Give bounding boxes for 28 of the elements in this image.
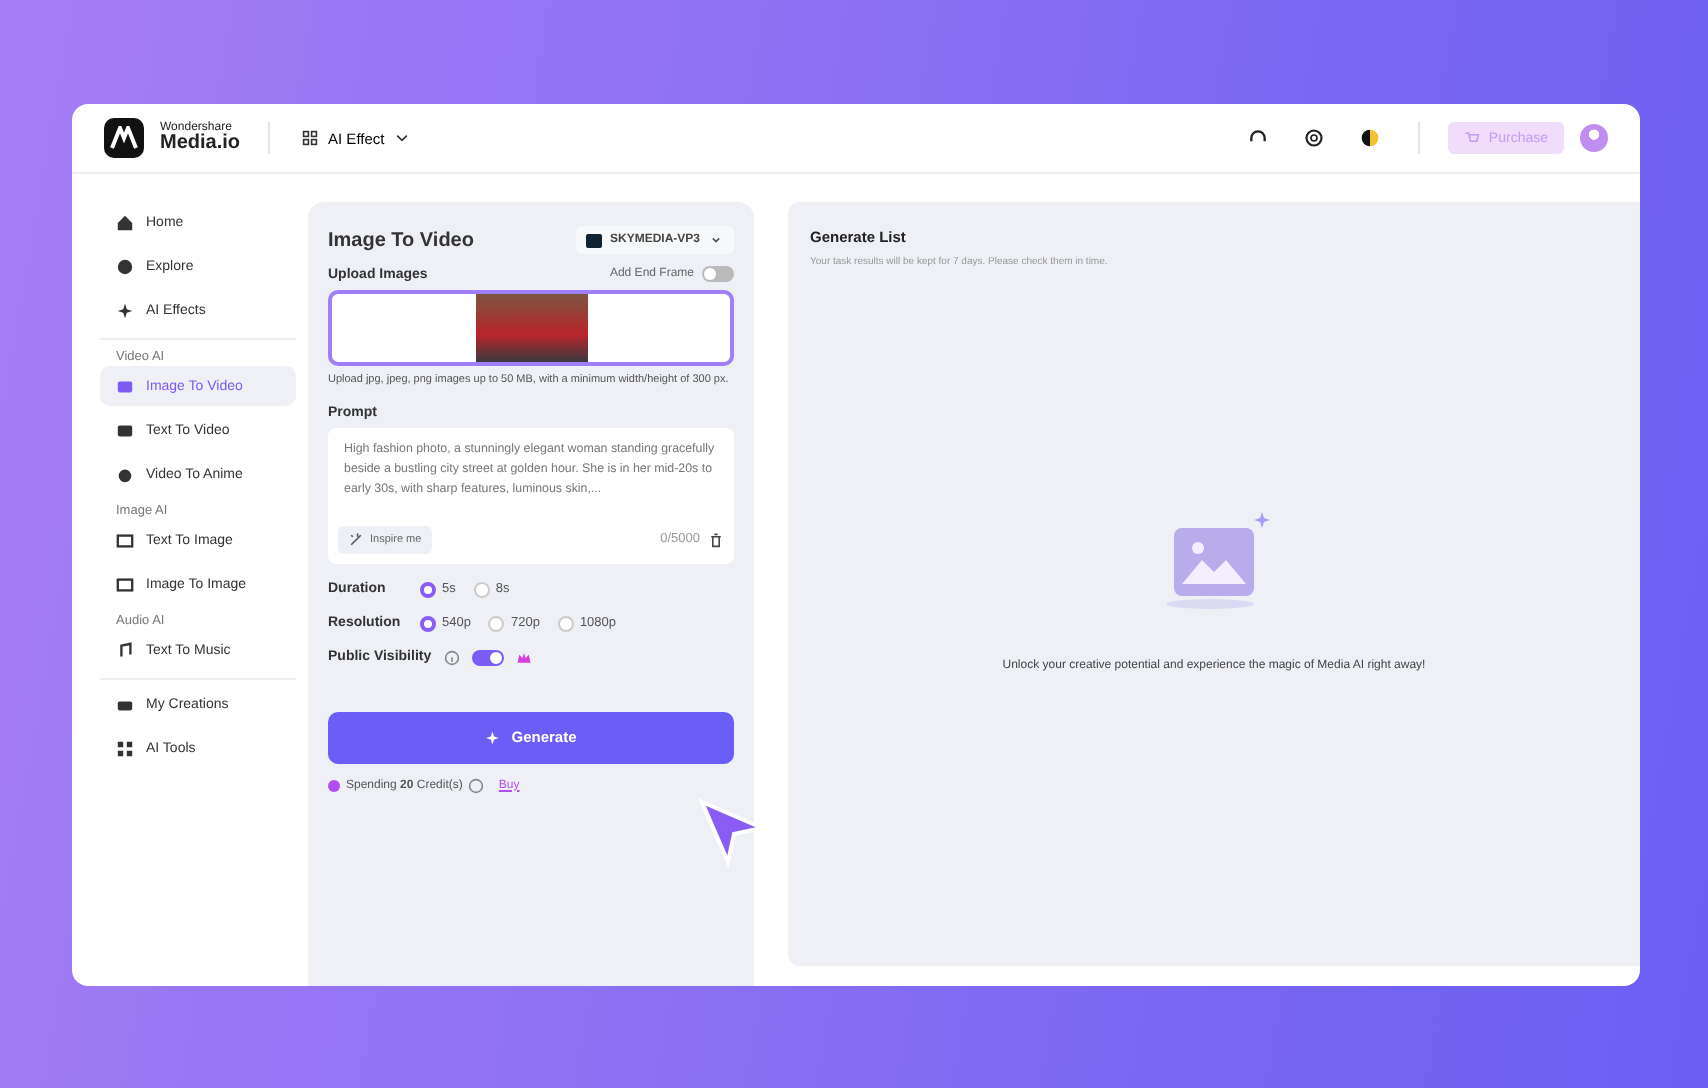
credit-icon xyxy=(328,779,340,792)
chevron-down-icon xyxy=(708,232,724,248)
grid-icon xyxy=(302,130,319,146)
sparkle-icon xyxy=(485,729,502,746)
upload-area[interactable] xyxy=(328,290,734,366)
info-icon[interactable] xyxy=(468,777,485,794)
avatar-icon[interactable] xyxy=(1580,124,1608,152)
cart-icon xyxy=(1464,130,1481,146)
trash-icon[interactable] xyxy=(708,531,724,548)
visibility-toggle[interactable] xyxy=(471,649,504,666)
prompt-field[interactable] xyxy=(328,427,734,564)
info-icon[interactable] xyxy=(443,649,460,666)
model-icon xyxy=(585,233,602,247)
theme-icon[interactable] xyxy=(1360,128,1381,148)
magic-wand-icon xyxy=(348,531,364,548)
image-icon xyxy=(116,531,134,549)
brand-name: Media.io xyxy=(160,134,241,154)
settings-icon[interactable] xyxy=(1304,128,1325,148)
home-icon xyxy=(116,213,134,231)
logo-icon xyxy=(104,118,144,158)
panel-title: Image To Video xyxy=(328,229,474,251)
end-frame-toggle[interactable] xyxy=(702,266,734,282)
photo-placeholder xyxy=(475,294,587,362)
sparkle-icon xyxy=(116,301,134,319)
image-icon xyxy=(116,575,134,593)
crown-icon xyxy=(515,649,532,666)
grid-icon xyxy=(116,739,134,757)
chevron-down-icon xyxy=(394,130,411,146)
